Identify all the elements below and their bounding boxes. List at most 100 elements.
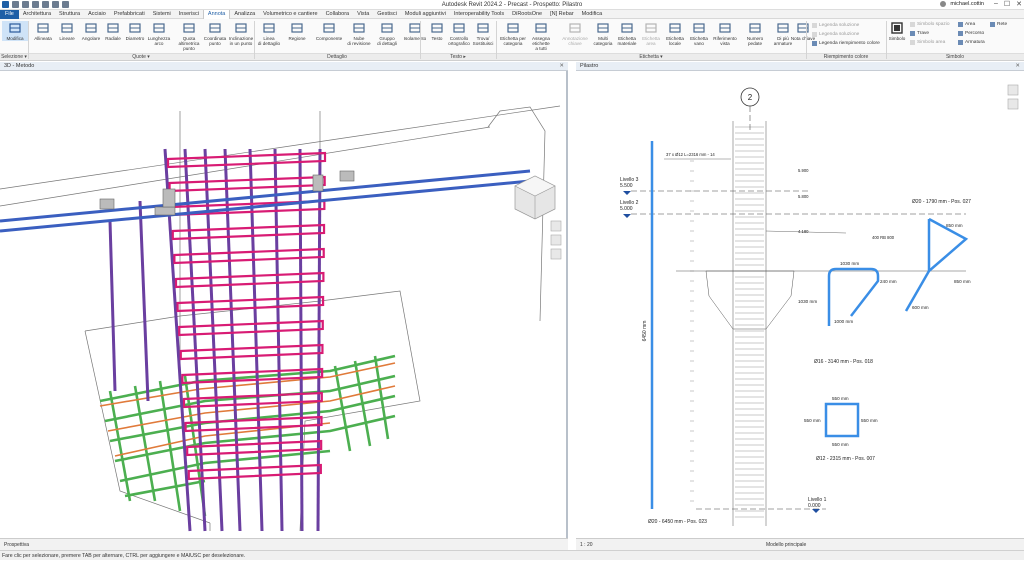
multi-category-button[interactable]: Multi categoria — [590, 21, 616, 46]
ribbon-tab-n-rebar[interactable]: [N] Rebar — [546, 10, 578, 19]
diameter-dim-button[interactable]: Diametro — [122, 21, 148, 41]
room-tag-button[interactable]: Etichetta locale — [662, 21, 688, 46]
spot-elevation-button[interactable]: Quota altimetrica punto — [176, 21, 202, 52]
material-tag-button[interactable]: Etichetta materiale — [614, 21, 640, 46]
tread-number-icon — [749, 23, 761, 33]
ribbon-tab-sistemi[interactable]: Sistemi — [149, 10, 175, 19]
find-replace-button[interactable]: Trova/ Sostituisci — [470, 21, 496, 46]
ribbon-tab-modifica[interactable]: Modifica — [578, 10, 606, 19]
legend-solution-2: Legenda soluzione — [812, 32, 859, 37]
close-view-icon[interactable]: ✕ — [559, 62, 564, 71]
component-button[interactable]: Componente — [316, 21, 342, 41]
region-icon — [291, 23, 303, 33]
detail-line-icon — [263, 23, 275, 33]
angular-dim-icon — [85, 23, 97, 33]
close-view-icon[interactable]: ✕ — [1015, 62, 1020, 71]
area-symbol-button: Simbolo area — [910, 40, 945, 45]
legend-color-fill-button[interactable]: Legenda riempimento colore — [812, 41, 880, 46]
diameter-dim-icon — [129, 23, 141, 33]
svg-text:850 mm: 850 mm — [946, 223, 963, 228]
ribbon-tab-prefabbricati[interactable]: Prefabbricati — [110, 10, 149, 19]
bar-pos-007-note: Ø12 - 2315 mm - Pos. 007 — [816, 456, 875, 462]
ribbon-tab-volumetrico-e-cantiere[interactable]: Volumetrico e cantiere — [259, 10, 321, 19]
svg-text:5.800: 5.800 — [798, 194, 809, 199]
panel-riempimento[interactable]: Riempimento colore — [806, 53, 886, 60]
material-tag-icon — [621, 23, 633, 33]
panel-simbolo[interactable]: Simbolo — [886, 53, 1024, 60]
ribbon-tab-dirootsone[interactable]: DiRootsOne — [508, 10, 546, 19]
revision-cloud-button[interactable]: Nube di revisione — [346, 21, 372, 46]
panel-selezione[interactable]: Selezione ▾ — [0, 53, 28, 60]
panel-dettaglio[interactable]: Dettaglio — [254, 53, 420, 60]
ribbon-tab-interoperability-tools[interactable]: Interoperability Tools — [450, 10, 508, 19]
ribbon-tab-file[interactable]: File — [0, 9, 19, 19]
ribbon-tabs: File Architettura Struttura Acciaio Prefabbr… — [0, 9, 1024, 19]
text-icon — [431, 23, 443, 33]
aligned-dim-button[interactable]: Allineata — [30, 21, 56, 41]
symbol-button[interactable]: Simbolo — [884, 21, 910, 41]
area-button[interactable]: Area — [958, 22, 975, 27]
view-reference-button[interactable]: Riferimento vista — [712, 21, 738, 46]
ribbon-tab-moduli-aggiuntivi[interactable]: Moduli aggiuntivi — [401, 10, 450, 19]
tread-number-button[interactable]: Numero pedate — [742, 21, 768, 46]
svg-text:1030 mm: 1030 mm — [798, 299, 817, 304]
spot-coordinate-button[interactable]: Coordinata punto — [202, 21, 228, 46]
keynote-main-button[interactable]: Nota chiave — [790, 21, 816, 41]
minimize-button[interactable]: – — [994, 0, 998, 8]
area-tag-button[interactable]: Etichetta area — [638, 21, 664, 46]
ribbon-tab-struttura[interactable]: Struttura — [55, 10, 84, 19]
view-tab-elevation-label: Pilastro — [580, 63, 599, 69]
user-icon — [940, 1, 947, 7]
detail-line-button[interactable]: Linea di dettaglio — [256, 21, 282, 46]
arc-length-button[interactable]: Lunghezza arco — [146, 21, 172, 46]
path-button[interactable]: Percorso — [958, 31, 984, 36]
panel-etichetta[interactable]: Etichetta ▾ — [496, 53, 806, 60]
spellcheck-icon — [453, 23, 465, 33]
tag-all-button[interactable]: Assegna etichette a tutti — [528, 21, 554, 52]
view-tab-3d[interactable]: 3D - Metodo ✕ — [0, 62, 568, 71]
bar-pos-007 — [824, 402, 860, 438]
mesh-button[interactable]: Rete — [990, 22, 1007, 27]
radial-dim-icon — [107, 23, 119, 33]
linear-dim-button[interactable]: Lineare — [54, 21, 80, 41]
cursor-icon — [9, 23, 21, 33]
3d-view-canvas[interactable] — [0, 71, 568, 538]
ribbon-tab-gestisci[interactable]: Gestisci — [373, 10, 401, 19]
space-tag-icon — [693, 23, 705, 33]
ribbon-tab-acciaio[interactable]: Acciaio — [84, 10, 110, 19]
view-scale-label[interactable]: 1 : 20 — [576, 542, 593, 548]
area-tag-icon — [645, 23, 657, 33]
maximize-button[interactable]: ☐ — [1004, 0, 1010, 8]
legend-solution-1: Legenda soluzione — [812, 23, 859, 28]
keynote-icon — [569, 23, 581, 33]
arc-length-icon — [153, 23, 165, 33]
close-button[interactable]: ✕ — [1016, 0, 1022, 8]
keynote-button[interactable]: Annotazione chiave — [562, 21, 588, 46]
ribbon-tab-vista[interactable]: Vista — [353, 10, 373, 19]
ribbon-tab-analizza[interactable]: Analizza — [230, 10, 259, 19]
user-name: michael.cottin — [950, 1, 984, 7]
ribbon-tab-collabora[interactable]: Collabora — [322, 10, 354, 19]
ribbon-tab-inserisci[interactable]: Inserisci — [175, 10, 203, 19]
panel-testo[interactable]: Testo ▸ — [420, 53, 496, 60]
rebar-button[interactable]: Armatura — [958, 40, 985, 45]
ribbon-tab-architettura[interactable]: Architettura — [19, 10, 55, 19]
ribbon-tab-annota[interactable]: Annota — [202, 9, 231, 19]
detail-group-button[interactable]: Gruppo di dettagli — [374, 21, 400, 46]
elevation-view-canvas[interactable]: 2 Livello 3 5.500 Livello 2 5.000 Livell… — [576, 71, 1024, 538]
svg-text:1000 mm: 1000 mm — [834, 319, 853, 324]
user-area[interactable]: michael.cottin — [940, 1, 984, 7]
window-controls: – ☐ ✕ — [994, 0, 1022, 8]
view-tab-elevation[interactable]: Pilastro ✕ — [576, 62, 1024, 71]
space-tag-button[interactable]: Etichetta vano — [686, 21, 712, 46]
view-scale-label: Prospettiva — [4, 542, 30, 548]
spot-slope-button[interactable]: Inclinazione in un punto — [228, 21, 254, 46]
region-button[interactable]: Regione — [284, 21, 310, 41]
beam-tag-button[interactable]: Trave — [910, 31, 929, 36]
spellcheck-button[interactable]: Controllo ortografico — [446, 21, 472, 46]
bar-pos-023-note: Ø20 - 6450 mm - Pos. 023 — [648, 519, 707, 525]
tag-by-category-button[interactable]: Etichetta per categoria — [500, 21, 526, 46]
cursor-button[interactable]: Modifica — [2, 21, 28, 42]
view-tab-3d-label: 3D - Metodo — [4, 63, 35, 69]
panel-quote[interactable]: Quote ▾ — [28, 53, 254, 60]
